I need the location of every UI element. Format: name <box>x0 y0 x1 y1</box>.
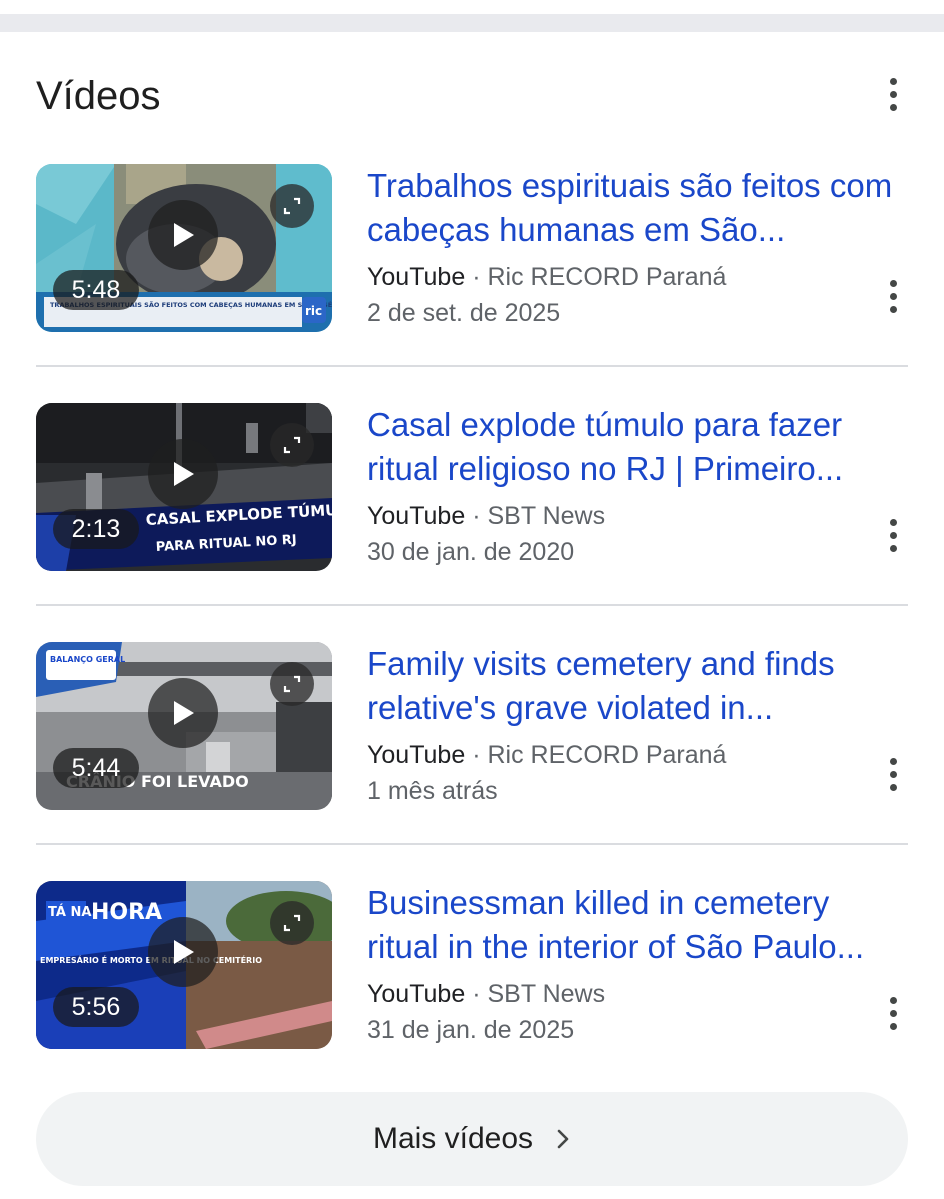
source-name: YouTube <box>367 980 466 1008</box>
video-thumbnail[interactable]: TRABALHOS ESPIRITUAIS SÃO FEITOS COM CAB… <box>36 164 332 332</box>
section-title: Vídeos <box>36 74 161 118</box>
chevron-right-icon <box>557 1129 569 1149</box>
video-source-line: YouTube · Ric RECORD Paraná <box>367 738 726 772</box>
separator: · <box>472 741 481 769</box>
video-thumbnail[interactable]: TÁ NA HORA EMPRESÁRIO É MORTO EM RITUAL … <box>36 881 332 1049</box>
expand-icon[interactable] <box>270 901 314 945</box>
row-divider <box>36 365 908 367</box>
channel-name: SBT News <box>487 502 606 530</box>
video-result[interactable]: CASAL EXPLODE TÚMULO PARA RITUAL NO RJ 2… <box>36 403 908 573</box>
separator: · <box>472 980 481 1008</box>
source-name: YouTube <box>367 502 466 530</box>
video-title-link[interactable]: Businessman killed in cemetery ritual in… <box>367 881 907 969</box>
top-band <box>0 0 944 14</box>
video-source-line: YouTube · SBT News <box>367 499 605 533</box>
play-icon[interactable] <box>148 439 218 509</box>
video-more-options-icon[interactable] <box>883 754 903 794</box>
more-videos-label: Mais vídeos <box>372 1122 534 1155</box>
duration-badge: 5:44 <box>53 748 139 788</box>
duration-badge: 5:56 <box>53 987 139 1027</box>
video-result[interactable]: TRABALHOS ESPIRITUAIS SÃO FEITOS COM CAB… <box>36 164 908 334</box>
expand-icon[interactable] <box>270 423 314 467</box>
channel-name: Ric RECORD Paraná <box>487 263 727 291</box>
source-name: YouTube <box>367 263 466 291</box>
video-more-options-icon[interactable] <box>883 515 903 555</box>
video-result[interactable]: BALANÇO GERAL CRÂNIO FOI LEVADO 5:44 Fam… <box>36 642 908 812</box>
channel-name: Ric RECORD Paraná <box>487 741 727 769</box>
row-divider <box>36 843 908 845</box>
video-more-options-icon[interactable] <box>883 993 903 1033</box>
channel-name: SBT News <box>487 980 606 1008</box>
play-icon[interactable] <box>148 200 218 270</box>
play-icon[interactable] <box>148 678 218 748</box>
video-thumbnail[interactable]: CASAL EXPLODE TÚMULO PARA RITUAL NO RJ 2… <box>36 403 332 571</box>
row-divider <box>36 604 908 606</box>
play-icon[interactable] <box>148 917 218 987</box>
more-videos-button[interactable]: Mais vídeos <box>36 1092 908 1186</box>
svg-text:BALANÇO GERAL: BALANÇO GERAL <box>50 655 125 664</box>
video-source-line: YouTube · SBT News <box>367 977 605 1011</box>
video-title-link[interactable]: Family visits cemetery and finds relativ… <box>367 642 907 730</box>
separator: · <box>472 502 481 530</box>
svg-text:ric: ric <box>305 304 322 318</box>
expand-icon[interactable] <box>270 184 314 228</box>
expand-icon[interactable] <box>270 662 314 706</box>
video-title-link[interactable]: Trabalhos espirituais são feitos com cab… <box>367 164 907 252</box>
duration-badge: 5:48 <box>53 270 139 310</box>
video-date: 1 mês atrás <box>367 777 498 805</box>
video-date: 30 de jan. de 2020 <box>367 538 575 566</box>
video-date: 2 de set. de 2025 <box>367 299 561 327</box>
video-date: 31 de jan. de 2025 <box>367 1016 575 1044</box>
svg-text:HORA: HORA <box>91 900 162 925</box>
video-more-options-icon[interactable] <box>883 276 903 316</box>
section-separator <box>0 14 944 32</box>
video-thumbnail[interactable]: BALANÇO GERAL CRÂNIO FOI LEVADO 5:44 <box>36 642 332 810</box>
video-source-line: YouTube · Ric RECORD Paraná <box>367 260 726 294</box>
video-result[interactable]: TÁ NA HORA EMPRESÁRIO É MORTO EM RITUAL … <box>36 881 908 1051</box>
separator: · <box>472 263 481 291</box>
svg-text:TÁ NA: TÁ NA <box>48 904 91 920</box>
video-title-link[interactable]: Casal explode túmulo para fazer ritual r… <box>367 403 907 491</box>
section-more-options-icon[interactable] <box>883 74 903 114</box>
source-name: YouTube <box>367 741 466 769</box>
duration-badge: 2:13 <box>53 509 139 549</box>
